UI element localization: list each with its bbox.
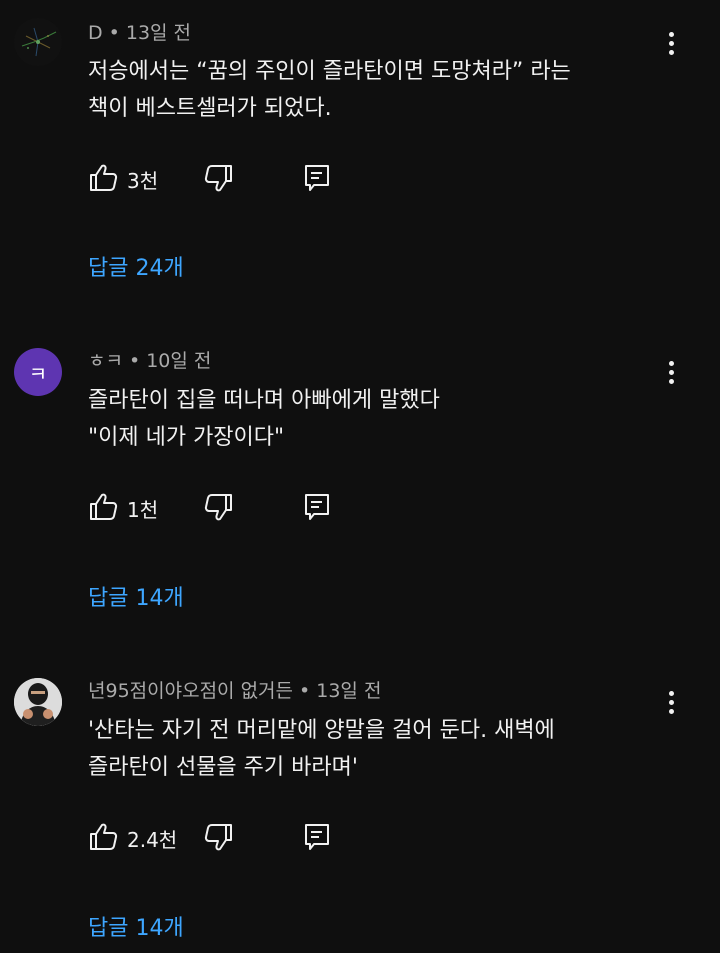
comment-line: 저승에서는 “꿈의 주인이 즐라탄이면 도망쳐라” 라는 <box>88 59 571 84</box>
avatar[interactable] <box>14 678 62 726</box>
reply-button[interactable] <box>304 162 330 194</box>
dislike-button[interactable] <box>202 821 234 853</box>
avatar-letter: ㅋ <box>28 361 48 386</box>
more-vertical-icon[interactable] <box>656 23 686 63</box>
comment-meta: 년95점이야오점이 없거든 • 13일 전 <box>88 680 382 702</box>
comment-line: 즐라탄이 선물을 주기 바라며' <box>88 755 358 780</box>
comment-text: '산타는 자기 전 머리맡에 양말을 걸어 둔다. 새벽에 즐라탄이 선물을 주… <box>88 712 658 786</box>
reply-button[interactable] <box>304 491 330 523</box>
like-count: 2.4천 <box>127 828 178 852</box>
comment-line: '산타는 자기 전 머리맡에 양말을 걸어 둔다. 새벽에 <box>88 718 555 743</box>
thumbs-up-icon <box>90 164 118 191</box>
reply-comment-icon <box>305 165 329 191</box>
dislike-button[interactable] <box>202 491 234 523</box>
thumbs-up-icon <box>90 493 118 520</box>
like-count: 1천 <box>127 498 159 522</box>
reply-comment-icon <box>305 824 329 850</box>
comment-time[interactable]: 10일 전 <box>146 350 211 372</box>
thumbs-down-icon <box>204 494 232 521</box>
comment-author[interactable]: ㅎㅋ <box>88 350 123 372</box>
comment-time[interactable]: 13일 전 <box>316 680 381 702</box>
thumbs-down-icon <box>204 824 232 851</box>
reply-comment-icon <box>305 494 329 520</box>
comments-page: D • 13일 전 저승에서는 “꿈의 주인이 즐라탄이면 도망쳐라” 라는 책이 … <box>0 0 720 953</box>
comment-line: 즐라탄이 집을 떠나며 아빠에게 말했다 <box>88 388 440 413</box>
view-replies-button[interactable]: 답글 24개 <box>88 250 184 282</box>
like-button[interactable] <box>88 162 120 194</box>
comment-text: 저승에서는 “꿈의 주인이 즐라탄이면 도망쳐라” 라는 책이 베스트셀러가 되… <box>88 53 658 127</box>
avatar-image <box>14 678 62 726</box>
like-count: 3천 <box>127 169 159 193</box>
comment-author[interactable]: 년95점이야오점이 없거든 <box>88 680 293 702</box>
avatar[interactable]: ㅋ <box>14 348 62 396</box>
more-vertical-icon[interactable] <box>656 352 686 392</box>
comment-meta: ㅎㅋ • 10일 전 <box>88 350 212 372</box>
view-replies-button[interactable]: 답글 14개 <box>88 580 184 612</box>
comment-line: "이제 네가 가장이다" <box>88 425 285 450</box>
comment-meta: D • 13일 전 <box>88 22 192 44</box>
thumbs-down-icon <box>204 165 232 192</box>
avatar[interactable] <box>14 18 62 66</box>
comment-text: 즐라탄이 집을 떠나며 아빠에게 말했다 "이제 네가 가장이다" <box>88 382 658 456</box>
reply-button[interactable] <box>304 821 330 853</box>
comment-time[interactable]: 13일 전 <box>126 22 191 44</box>
like-button[interactable] <box>88 821 120 853</box>
comment-author[interactable]: D <box>88 22 103 44</box>
more-vertical-icon[interactable] <box>656 682 686 722</box>
view-replies-button[interactable]: 답글 14개 <box>88 910 184 942</box>
dislike-button[interactable] <box>202 162 234 194</box>
comment-line: 책이 베스트셀러가 되었다. <box>88 96 332 121</box>
like-button[interactable] <box>88 491 120 523</box>
avatar-image <box>14 18 62 66</box>
thumbs-up-icon <box>90 823 118 850</box>
